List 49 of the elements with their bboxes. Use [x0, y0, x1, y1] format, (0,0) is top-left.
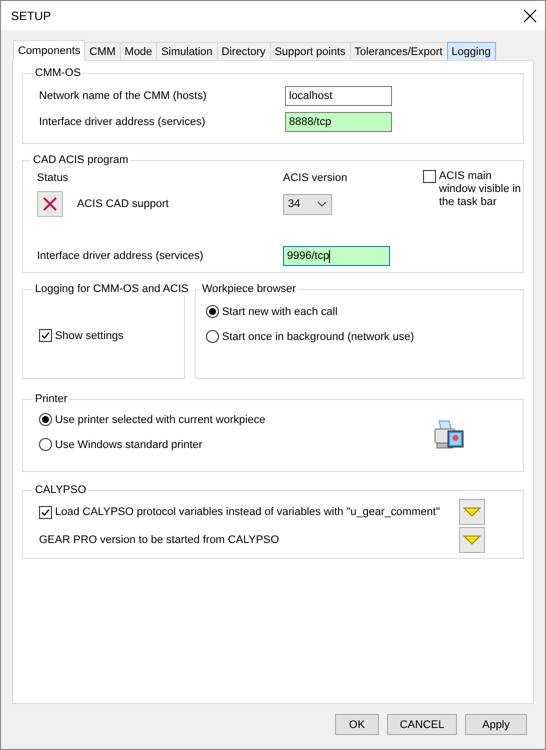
version-dropdown[interactable]: 34 [283, 194, 332, 214]
dialog-button[interactable]: OK [335, 714, 379, 735]
checkbox[interactable] [39, 506, 52, 518]
option-label: Use Windows standard printer [55, 438, 202, 450]
group-title: CMM-OS [34, 67, 82, 79]
group-title: Logging for CMM-OS and ACIS [34, 283, 190, 295]
dialog-button[interactable]: CANCEL [387, 714, 457, 735]
cross-icon [42, 196, 58, 212]
checkbox[interactable] [423, 170, 436, 183]
dialog-button[interactable]: Apply [465, 714, 527, 735]
radio-button[interactable] [206, 330, 219, 343]
printer-icon [433, 419, 465, 451]
tab[interactable]: Directory [216, 42, 271, 60]
tab[interactable]: Logging [446, 42, 496, 60]
support-label: ACIS CAD support [77, 198, 170, 210]
dropdown-button[interactable] [459, 499, 485, 525]
input-field[interactable]: 8888/tcp [285, 112, 392, 132]
triangle-down-icon [463, 535, 481, 545]
checkbox-label: Load CALYPSO protocol variables instead of variables with "u_gear_comment" [55, 506, 440, 518]
triangle-down-icon [463, 507, 481, 517]
input-field[interactable]: localhost [285, 86, 392, 106]
option-label: Use printer selected with current workpiece [55, 414, 266, 426]
option-label: Start once in background (network use) [222, 330, 414, 342]
field-label: Interface driver address (services) [37, 250, 204, 262]
group-title: Printer [34, 393, 68, 405]
field-label: Interface driver address (services) [39, 116, 206, 128]
radio-button[interactable] [206, 305, 219, 318]
status-button[interactable] [37, 191, 63, 217]
checkbox[interactable] [39, 329, 52, 342]
group-title: Workpiece browser [201, 283, 297, 295]
status-label: Status [37, 172, 70, 184]
tab[interactable]: Tolerances/Export [350, 42, 448, 60]
input-field[interactable]: 9996/tcp [283, 246, 390, 266]
tab[interactable]: Components [13, 40, 86, 61]
close-icon[interactable] [523, 8, 537, 22]
radio-button[interactable] [39, 413, 52, 426]
option-label: Start new with each call [222, 306, 338, 318]
setting-label: GEAR PRO version to be started from CALYPSO [39, 534, 280, 546]
checkbox-label: ACIS main window visible in the task bar [439, 170, 522, 209]
version-label: ACIS version [283, 172, 348, 184]
group-title: CAD ACIS program [32, 154, 130, 166]
checkbox-label: Show settings [55, 330, 124, 342]
dropdown-button[interactable] [459, 527, 485, 553]
tab[interactable]: Support points [270, 42, 350, 60]
field-label: Network name of the CMM (hosts) [39, 90, 208, 102]
group-title: CALYPSO [34, 484, 88, 496]
radio-button[interactable] [39, 438, 52, 451]
window-title: SETUP [11, 8, 52, 22]
chevron-down-icon [317, 201, 327, 207]
